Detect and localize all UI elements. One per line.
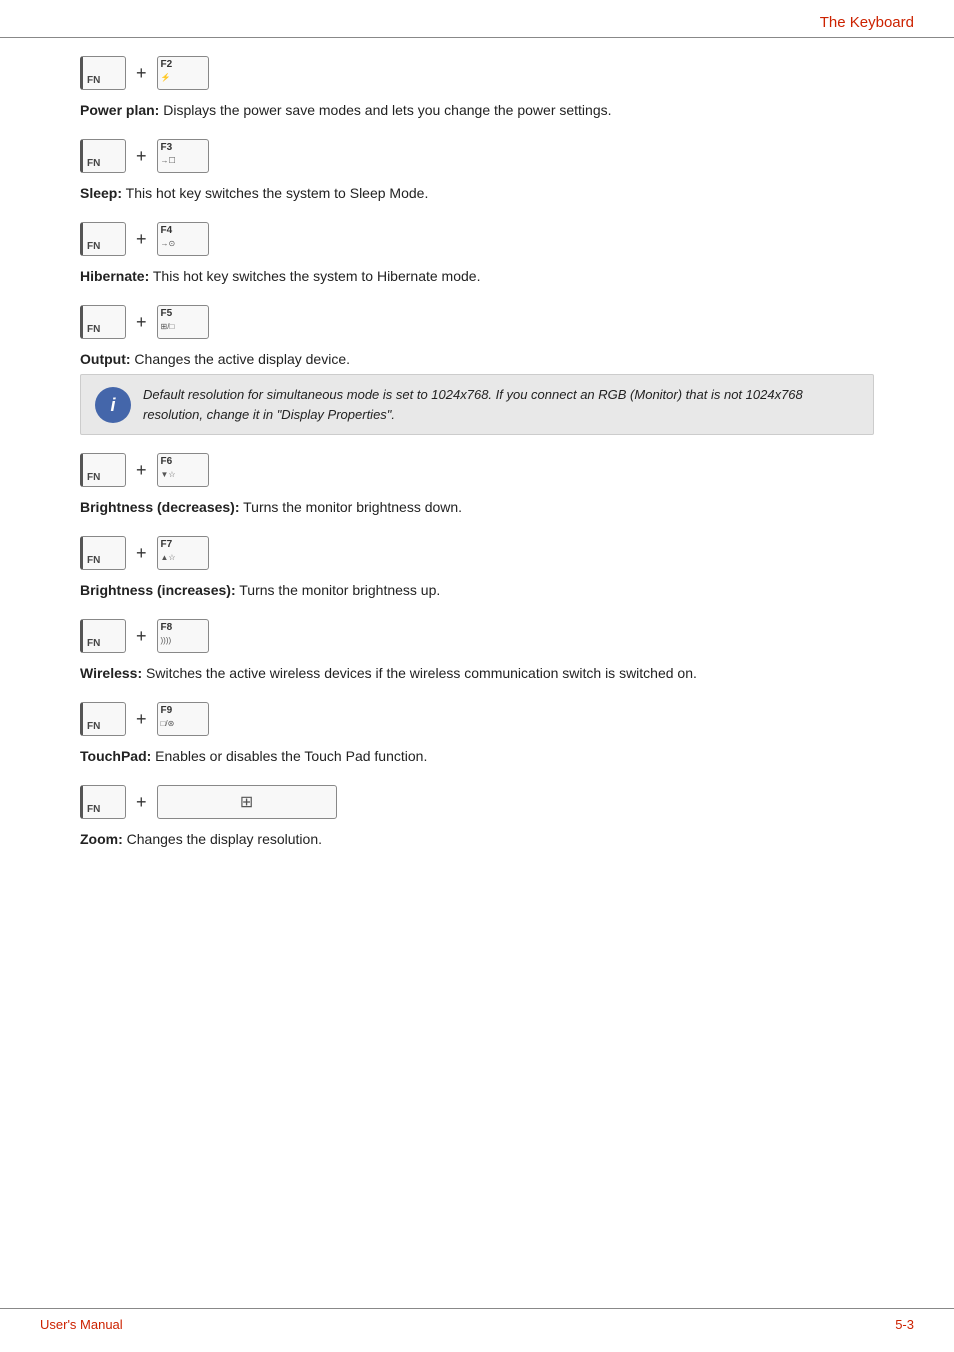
desc-rest-sleep: This hot key switches the system to Slee… [122,185,428,201]
plus-brightness-up: + [136,543,147,564]
footer-left: User's Manual [40,1317,123,1332]
fn-key-zoom: FN [80,785,126,819]
desc-bold-power-plan: Power plan: [80,102,159,118]
f-key-output: F5⊞/□ [157,305,209,339]
fn-key-brightness-up: FN [80,536,126,570]
plus-touchpad: + [136,709,147,730]
key-combo-power-plan: FN + F2⚡ [80,56,874,90]
section-hibernate: FN + F4→⊙ Hibernate: This hot key switches … [80,222,874,287]
info-icon: i [95,387,131,423]
section-brightness-down: FN + F6▼☆ Brightness (decreases): Turns the… [80,453,874,518]
section-brightness-up: FN + F7▲☆ Brightness (increases): Turns the… [80,536,874,601]
key-combo-sleep: FN + F3→☐ [80,139,874,173]
desc-bold-touchpad: TouchPad: [80,748,151,764]
fn-key-wireless: FN [80,619,126,653]
f-key-power-plan: F2⚡ [157,56,209,90]
section-power-plan: FN + F2⚡ Power plan: Displays the power sav… [80,56,874,121]
desc-rest-wireless: Switches the active wireless devices if … [142,665,697,681]
key-combo-brightness-up: FN + F7▲☆ [80,536,874,570]
fn-key-brightness-down: FN [80,453,126,487]
desc-bold-wireless: Wireless: [80,665,142,681]
info-text-output: Default resolution for simultaneous mode… [143,385,859,424]
plus-brightness-down: + [136,460,147,481]
desc-rest-power-plan: Displays the power save modes and lets y… [159,102,611,118]
section-output: FN + F5⊞/□ Output: Changes the active displ… [80,305,874,435]
desc-zoom: Zoom: Changes the display resolution. [80,829,874,850]
desc-rest-hibernate: This hot key switches the system to Hibe… [149,268,480,284]
desc-bold-brightness-up: Brightness (increases): [80,582,236,598]
desc-sleep: Sleep: This hot key switches the system … [80,183,874,204]
key-combo-hibernate: FN + F4→⊙ [80,222,874,256]
desc-bold-output: Output: [80,351,131,367]
desc-rest-zoom: Changes the display resolution. [123,831,322,847]
plus-zoom: + [136,792,147,813]
desc-rest-brightness-up: Turns the monitor brightness up. [236,582,441,598]
plus-output: + [136,312,147,333]
desc-rest-brightness-down: Turns the monitor brightness down. [240,499,463,515]
plus-wireless: + [136,626,147,647]
section-touchpad: FN + F9□/⊛ TouchPad: Enables or disables th… [80,702,874,767]
desc-bold-hibernate: Hibernate: [80,268,149,284]
desc-brightness-down: Brightness (decreases): Turns the monito… [80,497,874,518]
section-wireless: FN + F8)))) Wireless: Switches the active w… [80,619,874,684]
page-header: The Keyboard [0,0,954,38]
desc-wireless: Wireless: Switches the active wireless d… [80,663,874,684]
page-content: FN + F2⚡ Power plan: Displays the power sav… [0,38,954,908]
zoom-key: ⊞ [157,785,337,819]
fn-key-sleep: FN [80,139,126,173]
desc-hibernate: Hibernate: This hot key switches the sys… [80,266,874,287]
desc-power-plan: Power plan: Displays the power save mode… [80,100,874,121]
fn-key-hibernate: FN [80,222,126,256]
key-combo-zoom: FN + ⊞ [80,785,874,819]
key-combo-touchpad: FN + F9□/⊛ [80,702,874,736]
desc-bold-zoom: Zoom: [80,831,123,847]
desc-output: Output: Changes the active display devic… [80,349,874,370]
section-zoom: FN + ⊞ Zoom: Changes the display resolution… [80,785,874,850]
plus-power-plan: + [136,63,147,84]
plus-hibernate: + [136,229,147,250]
fn-key-output: FN [80,305,126,339]
plus-sleep: + [136,146,147,167]
f-key-touchpad: F9□/⊛ [157,702,209,736]
key-combo-wireless: FN + F8)))) [80,619,874,653]
header-title: The Keyboard [820,14,914,31]
key-combo-brightness-down: FN + F6▼☆ [80,453,874,487]
f-key-wireless: F8)))) [157,619,209,653]
desc-brightness-up: Brightness (increases): Turns the monito… [80,580,874,601]
desc-bold-brightness-down: Brightness (decreases): [80,499,240,515]
desc-bold-sleep: Sleep: [80,185,122,201]
fn-key-touchpad: FN [80,702,126,736]
f-key-hibernate: F4→⊙ [157,222,209,256]
footer-right: 5-3 [895,1317,914,1332]
desc-rest-touchpad: Enables or disables the Touch Pad functi… [151,748,427,764]
f-key-sleep: F3→☐ [157,139,209,173]
key-combo-output: FN + F5⊞/□ [80,305,874,339]
info-box-output: i Default resolution for simultaneous mod… [80,374,874,435]
page-footer: User's Manual 5-3 [0,1308,954,1332]
desc-rest-output: Changes the active display device. [131,351,350,367]
desc-touchpad: TouchPad: Enables or disables the Touch … [80,746,874,767]
section-sleep: FN + F3→☐ Sleep: This hot key switches the … [80,139,874,204]
f-key-brightness-down: F6▼☆ [157,453,209,487]
fn-key-power-plan: FN [80,56,126,90]
f-key-brightness-up: F7▲☆ [157,536,209,570]
